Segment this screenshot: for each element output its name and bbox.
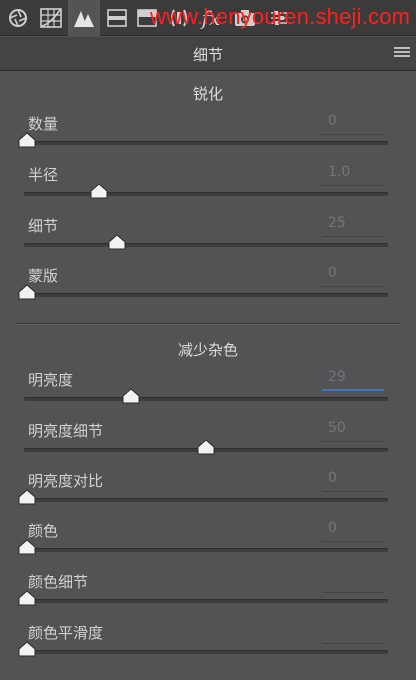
triangles-icon [73, 8, 95, 28]
slider-label: 明亮度对比 [28, 472, 104, 490]
slider-value-field[interactable] [322, 571, 384, 593]
slider-label: 颜色细节 [28, 573, 89, 591]
slider-label: 颜色平滑度 [28, 624, 104, 642]
panel-toolbar: fx www.henyouren.sheji.com [0, 0, 416, 36]
presets-tab[interactable] [264, 0, 294, 36]
slider-label: 明亮度细节 [28, 422, 104, 440]
slider-row-radius: 半径 1.0 [0, 164, 416, 214]
slider-label: 细节 [28, 217, 59, 235]
slider-row-luminance: 明亮度 29 [0, 369, 416, 419]
slider-thumb[interactable] [18, 539, 36, 555]
slider-thumb[interactable] [108, 234, 126, 250]
slider-value-field[interactable] [322, 622, 384, 644]
tone-curve-tab[interactable] [36, 0, 66, 36]
aperture-icon [8, 8, 28, 28]
slider-track[interactable] [24, 141, 388, 145]
sliders-icon [269, 9, 289, 27]
fx-icon: fx [201, 6, 221, 30]
slider-row-color: 颜色 0 [0, 520, 416, 570]
slider-track[interactable] [24, 650, 388, 654]
menu-lines-icon[interactable] [394, 47, 410, 59]
slider-thumb[interactable] [18, 284, 36, 300]
slider-row-amount: 数量 0 [0, 113, 416, 163]
hsl-icon [107, 9, 127, 27]
slider-thumb[interactable] [197, 439, 215, 455]
split-toning-tab[interactable] [134, 0, 160, 36]
basic-tab[interactable] [4, 0, 32, 36]
slider-label: 数量 [28, 115, 59, 133]
split-toning-icon [137, 9, 157, 27]
camera-calibration-tab[interactable] [230, 0, 260, 36]
slider-value-field[interactable]: 0 [322, 470, 384, 492]
section-divider [16, 323, 400, 325]
slider-value-field[interactable]: 50 [322, 420, 384, 442]
slider-label: 半径 [28, 166, 59, 184]
slider-thumb[interactable] [18, 132, 36, 148]
slider-value-field[interactable]: 29 [322, 369, 384, 391]
slider-label: 明亮度 [28, 371, 74, 389]
effects-tab[interactable]: fx [196, 0, 226, 36]
lens-icon [170, 8, 188, 28]
slider-thumb[interactable] [18, 489, 36, 505]
slider-thumb[interactable] [18, 590, 36, 606]
slider-row-masking: 蒙版 0 [0, 265, 416, 315]
slider-value-field[interactable]: 1.0 [322, 164, 384, 186]
slider-row-luminance-detail: 明亮度细节 50 [0, 420, 416, 470]
slider-row-luminance-contrast: 明亮度对比 0 [0, 470, 416, 520]
hsl-tab[interactable] [104, 0, 130, 36]
slider-track[interactable] [24, 548, 388, 552]
slider-value-field[interactable]: 0 [322, 265, 384, 287]
slider-track[interactable] [24, 498, 388, 502]
slider-row-color-smoothness: 颜色平滑度 [0, 622, 416, 672]
noise-reduction-section-title: 减少杂色 [177, 341, 238, 359]
slider-value-field[interactable]: 0 [322, 520, 384, 542]
slider-value-field[interactable]: 0 [322, 113, 384, 135]
panel-title: 细节 [192, 46, 223, 64]
slider-label: 蒙版 [28, 267, 59, 285]
camera-icon [234, 9, 256, 27]
slider-thumb[interactable] [90, 183, 108, 199]
panel-header: 细节 [0, 37, 416, 71]
slider-row-detail: 细节 25 [0, 215, 416, 265]
slider-label: 颜色 [28, 522, 59, 540]
detail-tab[interactable] [68, 0, 100, 36]
grid-curve-icon [40, 8, 62, 28]
detail-panel: fx www.henyouren.sheji.com 细节 锐化 数量 0 半径… [0, 0, 416, 680]
lens-tab[interactable] [166, 0, 192, 36]
slider-thumb[interactable] [122, 388, 140, 404]
slider-track[interactable] [24, 243, 388, 247]
slider-track[interactable] [24, 397, 388, 401]
sharpening-section-title: 锐化 [192, 85, 223, 103]
slider-thumb[interactable] [18, 641, 36, 657]
slider-value-field[interactable]: 25 [322, 215, 384, 237]
slider-track[interactable] [24, 293, 388, 297]
slider-track[interactable] [24, 599, 388, 603]
slider-track[interactable] [24, 192, 388, 196]
slider-row-color-detail: 颜色细节 [0, 571, 416, 621]
